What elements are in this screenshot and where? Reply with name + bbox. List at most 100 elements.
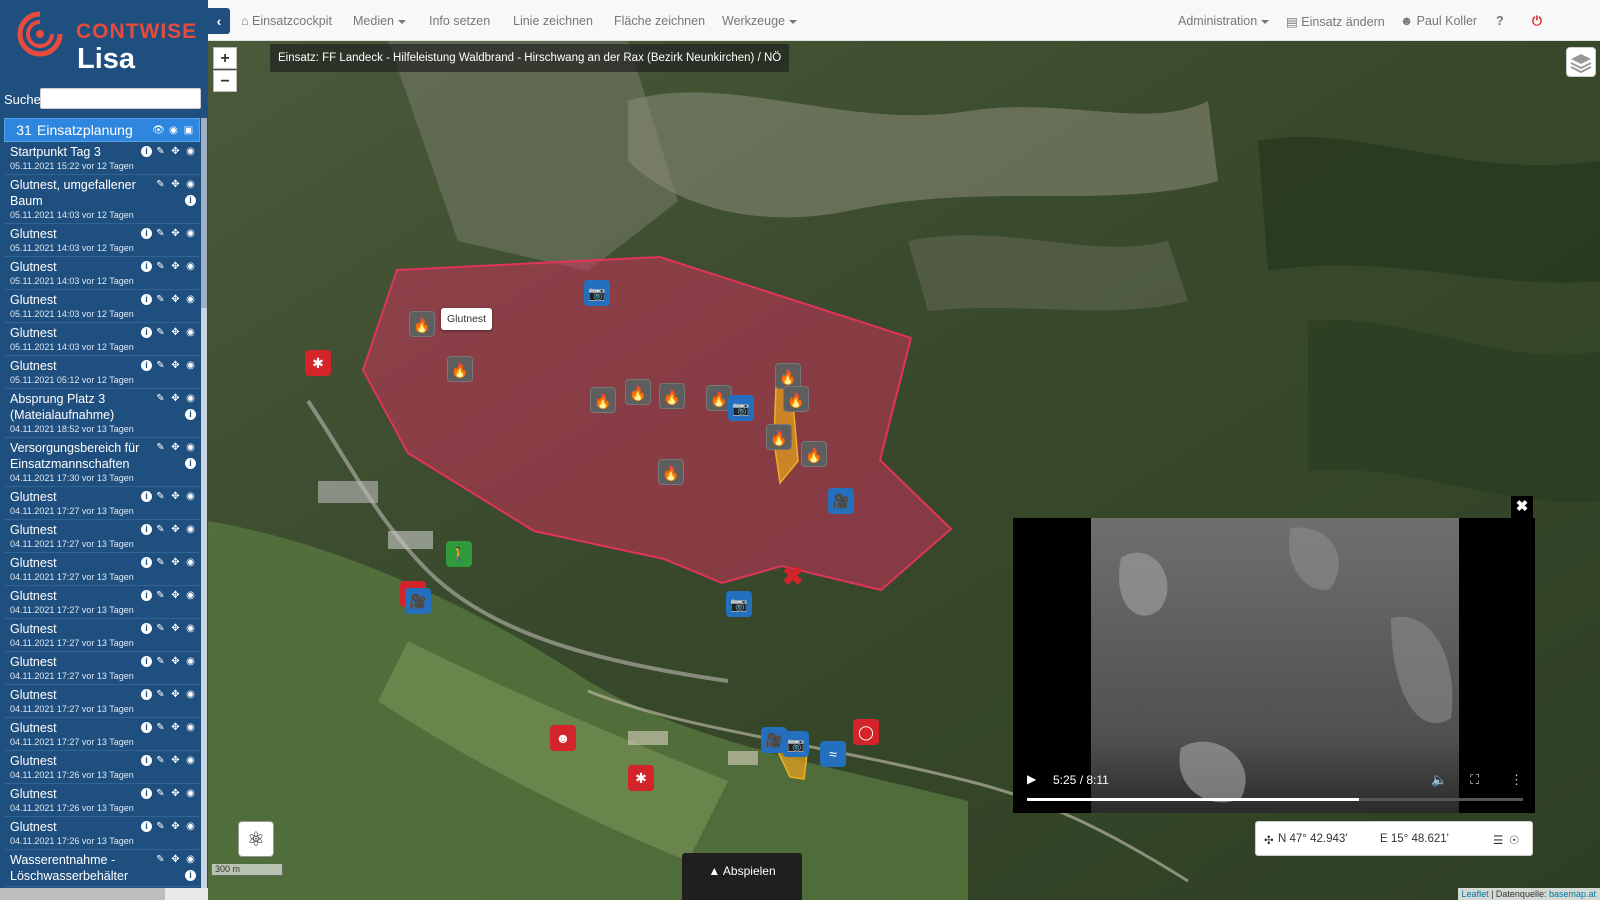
pencil-icon[interactable]: ✎ — [154, 622, 167, 635]
list-item[interactable]: Glutnest 04.11.2021 17:26 vor 13 Tagen i ✎ ✥… — [4, 751, 200, 784]
fullscreen-icon[interactable]: ⛶ — [1470, 772, 1479, 788]
visibility-icon[interactable]: ◉ — [184, 441, 197, 454]
visibility-icon[interactable]: ◉ — [184, 721, 197, 734]
list-item[interactable]: Startpunkt Tag 3 05.11.2021 15:22 vor 12 … — [4, 142, 200, 175]
list-item[interactable]: Glutnest 04.11.2021 17:26 vor 13 Tagen i ✎ ✥… — [4, 784, 200, 817]
pencil-icon[interactable]: ✎ — [154, 820, 167, 833]
info-icon[interactable]: i — [141, 656, 152, 667]
pencil-icon[interactable]: ✎ — [154, 655, 167, 668]
pencil-icon[interactable]: ✎ — [154, 490, 167, 503]
visibility-icon[interactable]: ◉ — [184, 359, 197, 372]
video-progress-bar[interactable] — [1027, 798, 1523, 801]
layers-icon[interactable] — [1566, 47, 1596, 77]
move-icon[interactable]: ✥ — [169, 145, 182, 158]
pencil-icon[interactable]: ✎ — [154, 589, 167, 602]
drone-marker[interactable]: ✱ — [628, 765, 654, 791]
category-einsatzplanung[interactable]: 31 Einsatzplanung 👁 ◉ ▣ — [4, 118, 200, 142]
move-icon[interactable]: ✥ — [169, 178, 182, 191]
nav-linie-zeichnen[interactable]: Linie zeichnen — [513, 14, 593, 28]
water-tank-marker[interactable]: ◯ — [853, 719, 879, 745]
list-item[interactable]: Glutnest 04.11.2021 17:26 vor 13 Tagen i ✎ ✥… — [4, 817, 200, 850]
nav-flaeche-zeichnen[interactable]: Fläche zeichnen — [614, 14, 705, 28]
nav-administration[interactable]: Administration — [1178, 14, 1270, 28]
glutnest-fire-marker[interactable]: 🔥 — [801, 441, 827, 467]
pencil-icon[interactable]: ✎ — [154, 853, 167, 866]
scrollbar-thumb[interactable] — [201, 118, 207, 308]
help-icon[interactable]: ? — [1496, 14, 1504, 28]
pencil-icon[interactable]: ✎ — [154, 556, 167, 569]
list-item[interactable]: Glutnest 04.11.2021 17:27 vor 13 Tagen i ✎ ✥… — [4, 520, 200, 553]
zoom-out-button[interactable]: − — [213, 70, 237, 92]
move-icon[interactable]: ✥ — [169, 392, 182, 405]
list-item[interactable]: Absprung Platz 3 (Mateialaufnahme) 04.11.… — [4, 389, 200, 438]
list-item[interactable]: Glutnest 04.11.2021 17:27 vor 13 Tagen i ✎ ✥… — [4, 553, 200, 586]
info-icon[interactable]: i — [141, 788, 152, 799]
move-icon[interactable]: ✥ — [169, 326, 182, 339]
visibility-icon[interactable]: ◉ — [184, 853, 197, 866]
pencil-icon[interactable]: ✎ — [154, 392, 167, 405]
horizontal-scroll-thumb[interactable] — [0, 888, 165, 900]
visibility-icon[interactable]: ◉ — [184, 326, 197, 339]
move-icon[interactable]: ✥ — [169, 441, 182, 454]
info-icon[interactable]: i — [141, 146, 152, 157]
list-icon[interactable]: ☰ — [1493, 833, 1503, 847]
list-item[interactable]: Glutnest 04.11.2021 17:27 vor 13 Tagen i ✎ ✥… — [4, 586, 200, 619]
camera-marker[interactable]: 📷 — [584, 280, 610, 306]
info-icon[interactable]: i — [141, 623, 152, 634]
info-icon[interactable]: i — [141, 327, 152, 338]
glutnest-fire-marker[interactable]: 🔥 — [658, 459, 684, 485]
info-icon[interactable]: i — [141, 722, 152, 733]
move-icon[interactable]: ✥ — [169, 359, 182, 372]
visibility-icon[interactable]: ◉ — [184, 589, 197, 602]
move-icon[interactable]: ✥ — [169, 523, 182, 536]
info-icon[interactable]: i — [141, 524, 152, 535]
video-camera-marker[interactable]: 🎥 — [828, 488, 854, 514]
collapse-sidebar-button[interactable]: ‹ — [208, 8, 230, 34]
visibility-toggle-icon[interactable]: ◉ — [167, 124, 180, 137]
compass-icon[interactable]: ⚛ — [238, 821, 274, 857]
leaflet-link[interactable]: Leaflet — [1462, 889, 1489, 899]
info-icon[interactable]: i — [141, 261, 152, 272]
list-item[interactable]: Glutnest 05.11.2021 14:03 vor 12 Tagen i ✎ ✥… — [4, 323, 200, 356]
search-input[interactable] — [40, 88, 201, 109]
info-icon[interactable]: i — [141, 590, 152, 601]
nav-einsatz-aendern[interactable]: ▤ Einsatz ändern — [1286, 14, 1385, 29]
select-all-icon[interactable]: ▣ — [182, 124, 195, 137]
pencil-icon[interactable]: ✎ — [154, 441, 167, 454]
move-icon[interactable]: ✥ — [169, 754, 182, 767]
move-icon[interactable]: ✥ — [169, 820, 182, 833]
info-icon[interactable]: i — [141, 821, 152, 832]
list-item[interactable]: Glutnest 05.11.2021 14:03 vor 12 Tagen i ✎ ✥… — [4, 224, 200, 257]
visibility-icon[interactable]: ◉ — [184, 490, 197, 503]
info-icon[interactable]: i — [141, 360, 152, 371]
move-icon[interactable]: ✥ — [169, 622, 182, 635]
visibility-icon[interactable]: ◉ — [184, 556, 197, 569]
info-icon[interactable]: i — [141, 755, 152, 766]
camera-marker[interactable]: 📷 — [728, 395, 754, 421]
visibility-icon[interactable]: ◉ — [184, 622, 197, 635]
camera-marker[interactable]: 📷 — [726, 591, 752, 617]
info-icon[interactable]: i — [141, 228, 152, 239]
info-icon[interactable]: i — [185, 195, 196, 206]
more-options-icon[interactable]: ⋮ — [1510, 772, 1523, 788]
power-icon[interactable]: ⏻ — [1532, 14, 1542, 29]
video-camera-marker[interactable]: 🎥 — [405, 588, 431, 614]
nav-user[interactable]: ☻ Paul Koller — [1400, 14, 1477, 28]
map-view[interactable]: + − Einsatz: FF Landeck - Hilfeleistung … — [208, 41, 1600, 900]
list-item[interactable]: Glutnest 05.11.2021 14:03 vor 12 Tagen i ✎ ✥… — [4, 290, 200, 323]
move-icon[interactable]: ✥ — [169, 787, 182, 800]
visibility-icon[interactable]: ◉ — [184, 787, 197, 800]
visibility-icon[interactable]: ◉ — [184, 754, 197, 767]
glutnest-fire-marker[interactable]: 🔥 — [625, 379, 651, 405]
pencil-icon[interactable]: ✎ — [154, 326, 167, 339]
glutnest-fire-marker[interactable]: 🔥 — [783, 386, 809, 412]
move-icon[interactable]: ✥ — [169, 490, 182, 503]
drone-marker[interactable]: ✱ — [305, 350, 331, 376]
nav-info-setzen[interactable]: Info setzen — [429, 14, 490, 28]
close-video-button[interactable]: ✖ — [1511, 496, 1533, 518]
list-item[interactable]: Glutnest 05.11.2021 14:03 vor 12 Tagen i ✎ ✥… — [4, 257, 200, 290]
move-icon[interactable]: ✥ — [169, 227, 182, 240]
pencil-icon[interactable]: ✎ — [154, 754, 167, 767]
pencil-icon[interactable]: ✎ — [154, 787, 167, 800]
pencil-icon[interactable]: ✎ — [154, 293, 167, 306]
